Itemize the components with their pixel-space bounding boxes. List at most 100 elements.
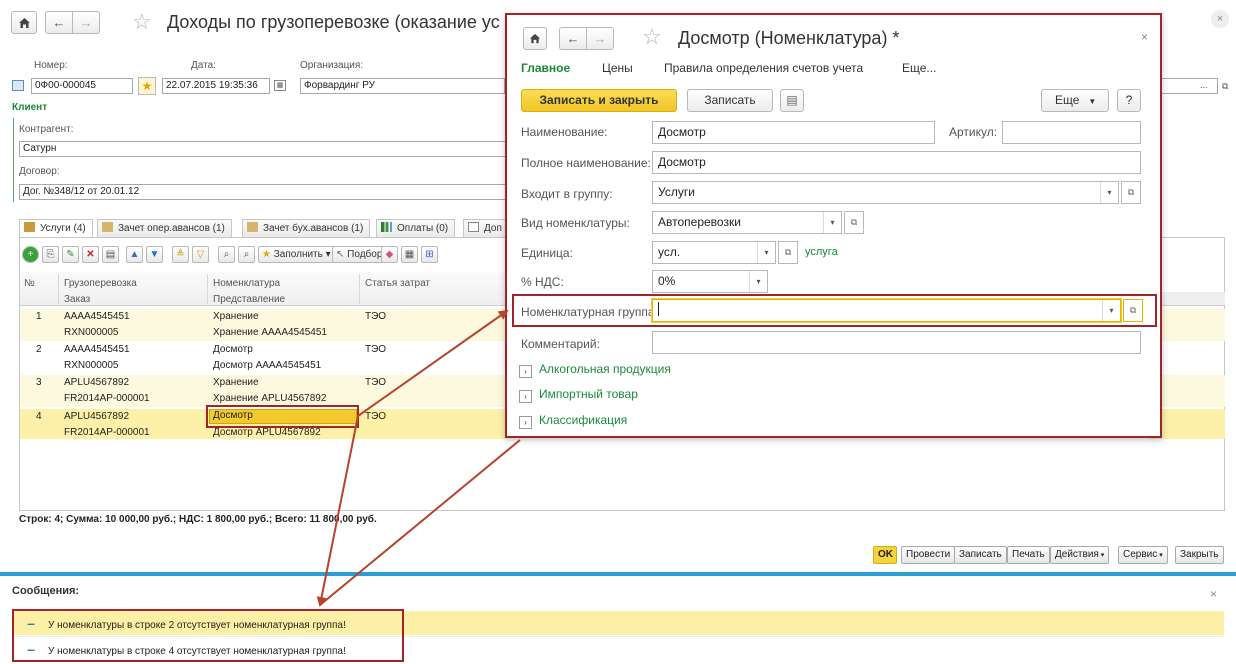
- comment-input[interactable]: [652, 331, 1141, 354]
- page-title: Доходы по грузоперевозке (оказание ус: [167, 12, 500, 32]
- date-field[interactable]: 22.07.2015 19:35:36: [162, 78, 270, 94]
- post-button[interactable]: Провести: [901, 546, 956, 564]
- tab-additional[interactable]: Доп: [463, 219, 509, 238]
- report-button[interactable]: ▤: [780, 89, 804, 112]
- arrow-right-icon: →: [593, 31, 607, 46]
- chart-icon: [381, 222, 392, 232]
- expander-classification[interactable]: › Классификация: [519, 413, 627, 429]
- actions-button[interactable]: Действия ▾: [1050, 546, 1110, 564]
- right-field-open-icon[interactable]: ⧉: [1222, 78, 1234, 94]
- expander-alcohol[interactable]: › Алкогольная продукция: [519, 362, 671, 378]
- popup-tab-more[interactable]: Еще...: [902, 61, 936, 75]
- ok-button[interactable]: OK: [873, 546, 897, 564]
- fill-button[interactable]: ★ Заполнить ▾: [258, 246, 335, 263]
- right-field-stub[interactable]: [1160, 78, 1218, 94]
- popup-back-button[interactable]: ←: [559, 27, 587, 50]
- tab-oper-advances[interactable]: Зачет опер.авансов (1): [97, 219, 232, 238]
- col-cost: Статья затрат: [365, 278, 431, 289]
- popup-home-button[interactable]: [523, 27, 547, 50]
- unit-select[interactable]: усл. ▾: [652, 241, 776, 264]
- move-down-button[interactable]: ▼: [146, 246, 163, 263]
- nomgroup-select[interactable]: ▾: [652, 299, 1121, 322]
- filter-button[interactable]: ▽: [192, 246, 209, 263]
- dropdown-arrow-icon[interactable]: ▾: [749, 271, 767, 292]
- dropdown-arrow-icon[interactable]: ▾: [1100, 182, 1118, 203]
- help-button[interactable]: ?: [1117, 89, 1141, 112]
- forward-button[interactable]: →: [72, 11, 100, 34]
- list-icon[interactable]: [12, 80, 24, 91]
- popup-forward-button[interactable]: →: [586, 27, 614, 50]
- calendar-icon[interactable]: ▦: [274, 80, 286, 91]
- row-cost: ТЭО: [365, 377, 387, 388]
- org-field[interactable]: Форвардинг РУ: [300, 78, 505, 94]
- col-number: №: [24, 278, 35, 289]
- close-main-icon[interactable]: ×: [1211, 10, 1229, 28]
- end-edit-button[interactable]: ▤: [102, 246, 119, 263]
- save-button[interactable]: Записать: [954, 546, 1007, 564]
- back-button[interactable]: ←: [45, 11, 73, 34]
- kind-select[interactable]: Автоперевозки ▾: [652, 211, 842, 234]
- service-button[interactable]: Сервис ▾: [1118, 546, 1168, 564]
- article-input[interactable]: [1002, 121, 1141, 144]
- advance-icon: [247, 222, 258, 232]
- row-transport: APLU4567892: [64, 377, 130, 388]
- name-input[interactable]: Досмотр: [652, 121, 935, 144]
- unit-link[interactable]: услуга: [805, 246, 838, 258]
- dropdown-arrow-icon: ▾: [1157, 552, 1163, 559]
- row-number: 2: [36, 344, 42, 355]
- home-icon: [18, 17, 30, 28]
- delete-row-button[interactable]: ✕: [82, 246, 99, 263]
- dropdown-arrow-icon[interactable]: ▾: [757, 242, 775, 263]
- number-field[interactable]: 0Ф00-000045: [31, 78, 133, 94]
- doc-icon: [468, 222, 479, 232]
- save-close-button[interactable]: Записать и закрыть: [521, 89, 677, 112]
- grid-col-divider: [58, 274, 59, 304]
- messages-close-icon[interactable]: ×: [1210, 587, 1217, 601]
- open-icon[interactable]: ⧉: [1121, 181, 1141, 204]
- col-transport: Грузоперевозка: [64, 278, 137, 289]
- row-presentation: Досмотр APLU4567892: [213, 427, 321, 438]
- fullname-input[interactable]: Досмотр: [652, 151, 1141, 174]
- eraser-button[interactable]: ◆: [381, 246, 398, 263]
- popup-save-button[interactable]: Записать: [687, 89, 773, 112]
- right-field-ellipsis-icon[interactable]: ...: [1200, 80, 1208, 90]
- tab-acc-advances[interactable]: Зачет бух.авансов (1): [242, 219, 371, 238]
- print-button[interactable]: Печать: [1007, 546, 1050, 564]
- popup-tab-main[interactable]: Главное: [521, 61, 570, 75]
- search-button[interactable]: ⌕: [218, 246, 235, 263]
- dropdown-arrow-icon[interactable]: ▾: [823, 212, 841, 233]
- open-icon[interactable]: ⧉: [778, 241, 798, 264]
- move-up-button[interactable]: ▲: [126, 246, 143, 263]
- dropdown-arrow-icon[interactable]: ▾: [1102, 300, 1120, 321]
- star-button[interactable]: ★: [138, 77, 156, 95]
- open-icon[interactable]: ⧉: [1123, 299, 1143, 322]
- edit-row-button[interactable]: ✎: [62, 246, 79, 263]
- row-transport: АААА4545451: [64, 311, 130, 322]
- calculator-button[interactable]: ▦: [401, 246, 418, 263]
- popup-tab-rules[interactable]: Правила определения счетов учета: [664, 61, 863, 75]
- open-icon[interactable]: ⧉: [844, 211, 864, 234]
- tab-services[interactable]: Услуги (4): [19, 219, 93, 238]
- col-order: Заказ: [64, 294, 91, 305]
- contractor-field[interactable]: Сатурн: [19, 141, 507, 157]
- popup-close-icon[interactable]: ×: [1141, 30, 1148, 44]
- favorite-star-icon[interactable]: ☆: [132, 9, 152, 35]
- popup-favorite-star-icon[interactable]: ☆: [642, 24, 662, 50]
- popup-tab-prices[interactable]: Цены: [602, 61, 633, 75]
- document-icon: ▤: [786, 93, 798, 107]
- vat-select[interactable]: 0% ▾: [652, 270, 768, 293]
- tab-payments[interactable]: Оплаты (0): [376, 219, 456, 238]
- select-button[interactable]: ↖ Подбор: [332, 246, 387, 263]
- nomenclature-popup[interactable]: ← → ☆ Досмотр (Номенклатура) * × Главное…: [505, 13, 1162, 438]
- sort-asc-button[interactable]: ≜: [172, 246, 189, 263]
- search-clear-button[interactable]: ⌕: [238, 246, 255, 263]
- expander-import[interactable]: › Импортный товар: [519, 387, 638, 403]
- popup-more-button[interactable]: Еще ▼: [1041, 89, 1109, 112]
- structure-button[interactable]: ⊞: [421, 246, 438, 263]
- add-row-button[interactable]: +: [22, 246, 39, 263]
- copy-row-button[interactable]: ⎘: [42, 246, 59, 263]
- close-button[interactable]: Закрыть: [1175, 546, 1224, 564]
- contract-field[interactable]: Дог. №348/12 от 20.01.12: [19, 184, 507, 200]
- home-button[interactable]: [11, 11, 37, 34]
- group-select[interactable]: Услуги ▾: [652, 181, 1119, 204]
